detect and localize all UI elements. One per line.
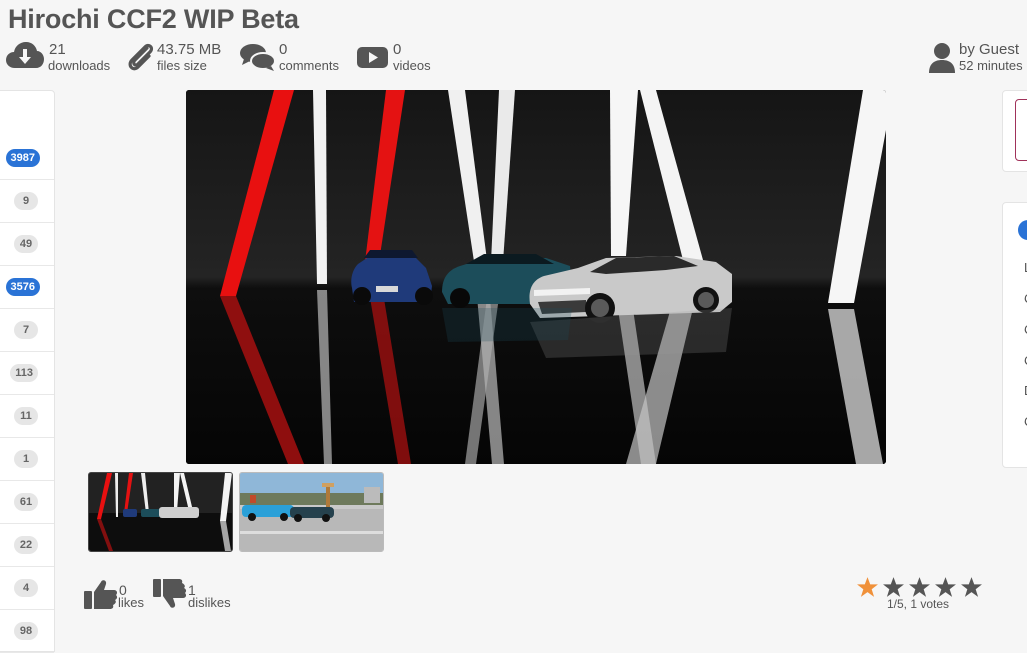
star-filled-icon[interactable]: [856, 576, 879, 603]
count-badge: 3987: [5, 149, 40, 167]
right-panel-button[interactable]: [1015, 99, 1027, 161]
files-size-value: 43.75 MB: [157, 41, 222, 58]
videos-count: 0: [393, 41, 402, 58]
category-row[interactable]: 3987: [0, 137, 54, 180]
count-badge: 49: [14, 235, 38, 253]
downloads-label: downloads: [48, 58, 111, 73]
count-badge: 3576: [5, 278, 40, 296]
count-badge: 22: [14, 536, 38, 554]
count-badge: 61: [14, 493, 38, 511]
video-play-icon: [356, 42, 396, 74]
thumbs-up-icon: [84, 578, 118, 615]
count-badge: 113: [10, 364, 38, 382]
category-counts-sidebar: 3987 9 49 3576 7 113 11 1 61 22 4 98: [0, 90, 55, 653]
right-panel-badge: [1018, 220, 1027, 240]
videos-label: videos: [393, 58, 431, 73]
category-row[interactable]: 22: [0, 524, 54, 567]
category-row[interactable]: 9: [0, 180, 54, 223]
thumbs-down-icon: [153, 578, 187, 615]
download-cloud-icon: [6, 42, 46, 74]
right-panel-list: L C C C D C: [1002, 202, 1027, 468]
upload-time: 52 minutes: [959, 58, 1023, 73]
gallery-thumbnail-1[interactable]: [88, 472, 233, 552]
likes-label: likes: [118, 595, 145, 610]
count-badge: 9: [14, 192, 38, 210]
category-row[interactable]: 1: [0, 438, 54, 481]
comments-count: 0: [279, 41, 288, 58]
category-row[interactable]: 7: [0, 309, 54, 352]
category-row[interactable]: 113: [0, 352, 54, 395]
comments-label: comments: [279, 58, 339, 73]
right-panel-top: [1002, 90, 1027, 172]
category-row[interactable]: 61: [0, 481, 54, 524]
count-badge: 7: [14, 321, 38, 339]
count-badge: 4: [14, 579, 38, 597]
author-name[interactable]: by Guest: [959, 42, 1019, 58]
category-row[interactable]: 49: [0, 223, 54, 266]
downloads-count: 21: [49, 41, 66, 58]
main-screenshot[interactable]: [186, 90, 886, 464]
category-row[interactable]: 4: [0, 567, 54, 610]
dislikes-label: dislikes: [188, 595, 231, 610]
count-badge: 98: [14, 622, 38, 640]
category-row[interactable]: 98: [0, 610, 54, 653]
count-badge: 1: [14, 450, 38, 468]
category-row[interactable]: 3576: [0, 266, 54, 309]
category-row[interactable]: 11: [0, 395, 54, 438]
rating-widget: 1/5, 1 votes: [856, 576, 996, 612]
comments-icon: [240, 42, 280, 74]
rating-votes-text: 1/5, 1 votes: [887, 597, 950, 611]
page-title: Hirochi CCF2 WIP Beta: [8, 4, 299, 34]
user-icon: [928, 42, 956, 79]
star-empty-icon[interactable]: [960, 576, 983, 603]
count-badge: 11: [14, 407, 38, 425]
files-size-label: files size: [157, 58, 207, 73]
gallery-thumbnail-2[interactable]: [239, 472, 384, 552]
